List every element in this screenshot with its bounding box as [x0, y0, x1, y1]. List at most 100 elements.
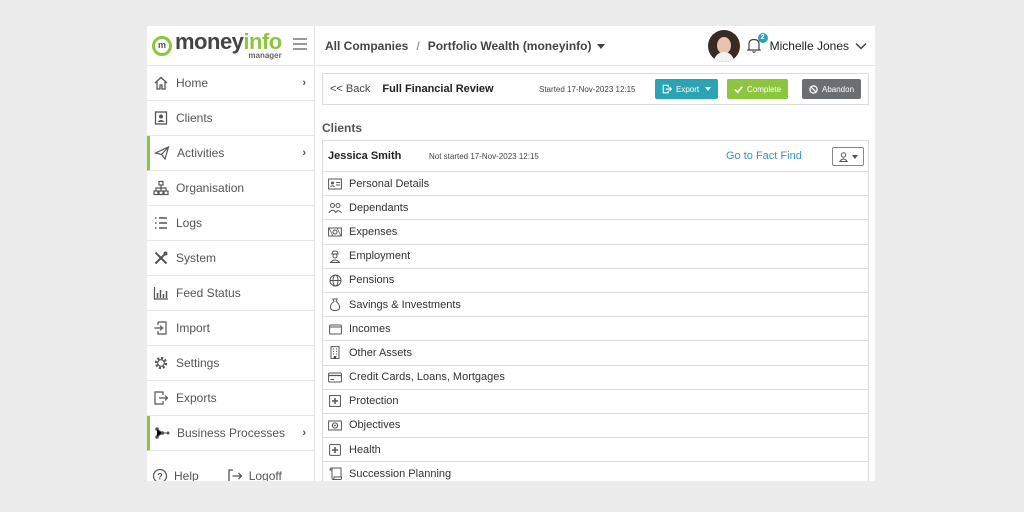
id-card-icon	[328, 177, 342, 191]
org-chart-icon	[152, 179, 170, 197]
target-icon	[328, 418, 342, 432]
sidebar-item-feed-status[interactable]: Feed Status	[147, 276, 314, 311]
main-content: << Back Full Financial Review Started 17…	[316, 66, 875, 481]
go-to-fact-find-link[interactable]: Go to Fact Find	[726, 150, 802, 162]
section-succession-planning[interactable]: Succession Planning	[322, 461, 869, 481]
section-incomes[interactable]: Incomes	[322, 316, 869, 341]
help-link[interactable]: ? Help	[152, 468, 199, 481]
sidebar-item-label: Import	[176, 321, 211, 335]
export-icon	[152, 389, 170, 407]
sidebar-item-label: Clients	[176, 111, 213, 125]
app-window: m moneyinfo manager Home › Clients Activ…	[147, 26, 875, 481]
medical-icon	[328, 443, 342, 457]
tools-icon	[152, 249, 170, 267]
sidebar-item-label: Feed Status	[176, 286, 241, 300]
sidebar: m moneyinfo manager Home › Clients Activ…	[147, 26, 315, 481]
gear-icon	[152, 354, 170, 372]
sidebar-item-label: System	[176, 251, 217, 265]
top-bar: All Companies / Portfolio Wealth (moneyi…	[316, 26, 875, 66]
breadcrumb-all-companies[interactable]: All Companies	[325, 39, 408, 53]
sidebar-item-label: Activities	[177, 146, 225, 160]
sidebar-item-logs[interactable]: Logs	[147, 206, 314, 241]
bar-chart-icon	[152, 284, 170, 302]
check-icon	[734, 85, 743, 94]
people-icon	[328, 201, 342, 215]
sidebar-item-import[interactable]: Import	[147, 311, 314, 346]
user-name[interactable]: Michelle Jones	[770, 39, 849, 53]
clients-heading: Clients	[322, 121, 363, 135]
sidebar-item-activities[interactable]: Activities ›	[147, 136, 314, 171]
abandon-button[interactable]: Abandon	[802, 79, 862, 99]
money-icon	[328, 225, 342, 239]
caret-down-icon	[851, 154, 858, 159]
sidebar-item-organisation[interactable]: Organisation	[147, 171, 314, 206]
client-header: Jessica Smith Not started 17-Nov-2023 12…	[322, 140, 869, 171]
svg-text:?: ?	[157, 472, 163, 482]
section-savings-investments[interactable]: Savings & Investments	[322, 291, 869, 317]
section-protection[interactable]: Protection	[322, 388, 869, 413]
import-icon	[152, 319, 170, 337]
client-name: Jessica Smith	[328, 150, 402, 162]
caret-down-icon	[597, 43, 606, 49]
sidebar-item-clients[interactable]: Clients	[147, 101, 314, 136]
credit-card-icon	[328, 370, 342, 384]
network-icon	[153, 424, 171, 442]
help-icon: ?	[152, 468, 168, 481]
sidebar-item-exports[interactable]: Exports	[147, 381, 314, 416]
sidebar-item-label: Exports	[176, 391, 217, 405]
brand[interactable]: m moneyinfo manager	[147, 26, 314, 66]
client-actions-dropdown[interactable]	[832, 147, 864, 166]
section-expenses[interactable]: Expenses	[322, 219, 869, 244]
money-bag-icon	[328, 298, 342, 312]
section-credit-cards-loans-mortgages[interactable]: Credit Cards, Loans, Mortgages	[322, 364, 869, 389]
section-dependants[interactable]: Dependants	[322, 195, 869, 220]
worker-icon	[328, 249, 342, 263]
section-objectives[interactable]: Objectives	[322, 412, 869, 438]
section-employment[interactable]: Employment	[322, 243, 869, 268]
sidebar-item-home[interactable]: Home ›	[147, 66, 314, 101]
globe-icon	[328, 273, 342, 287]
fact-find-sections: Personal Details Dependants Expenses Emp…	[322, 171, 869, 481]
notification-badge: 2	[757, 32, 768, 43]
logoff-icon	[228, 469, 243, 481]
sidebar-item-settings[interactable]: Settings	[147, 346, 314, 381]
section-other-assets[interactable]: Other Assets	[322, 340, 869, 365]
sidebar-footer: ? Help Logoff	[152, 468, 314, 481]
chevron-right-icon: ›	[302, 427, 306, 439]
shield-icon	[328, 394, 342, 408]
avatar[interactable]	[707, 30, 740, 62]
chevron-down-icon[interactable]	[855, 42, 867, 50]
clients-icon	[152, 109, 170, 127]
sidebar-item-label: Business Processes	[177, 426, 286, 440]
section-health[interactable]: Health	[322, 437, 869, 462]
client-status: Not started 17-Nov-2023 12:15	[429, 151, 539, 161]
sidebar-item-label: Organisation	[176, 181, 245, 195]
complete-button[interactable]: Complete	[727, 79, 789, 99]
review-toolbar: << Back Full Financial Review Started 17…	[322, 73, 869, 105]
sidebar-item-system[interactable]: System	[147, 241, 314, 276]
chevron-right-icon: ›	[302, 77, 306, 89]
sidebar-item-label: Home	[176, 76, 209, 90]
section-personal-details[interactable]: Personal Details	[322, 171, 869, 196]
sidebar-item-label: Settings	[176, 356, 220, 370]
list-icon	[152, 214, 170, 232]
wallet-icon	[328, 322, 342, 336]
section-pensions[interactable]: Pensions	[322, 267, 869, 292]
user-area: 2 Michelle Jones	[707, 30, 867, 62]
breadcrumb-company-select[interactable]: Portfolio Wealth (moneyinfo)	[428, 39, 606, 53]
breadcrumb-separator: /	[416, 38, 420, 53]
logo-icon: m	[152, 35, 172, 56]
notifications-button[interactable]: 2	[746, 32, 768, 56]
ban-icon	[809, 84, 818, 94]
logoff-link[interactable]: Logoff	[227, 468, 282, 481]
person-icon	[838, 151, 848, 162]
export-button[interactable]: Export	[655, 79, 719, 99]
export-icon	[662, 84, 672, 94]
review-started: Started 17-Nov-2023 12:15	[539, 84, 636, 94]
sidebar-item-business-processes[interactable]: Business Processes ›	[147, 416, 314, 451]
caret-down-icon	[705, 87, 712, 91]
building-icon	[328, 346, 342, 360]
home-icon	[152, 74, 170, 92]
back-link[interactable]: << Back	[330, 83, 370, 95]
menu-toggle-icon[interactable]	[293, 38, 307, 50]
